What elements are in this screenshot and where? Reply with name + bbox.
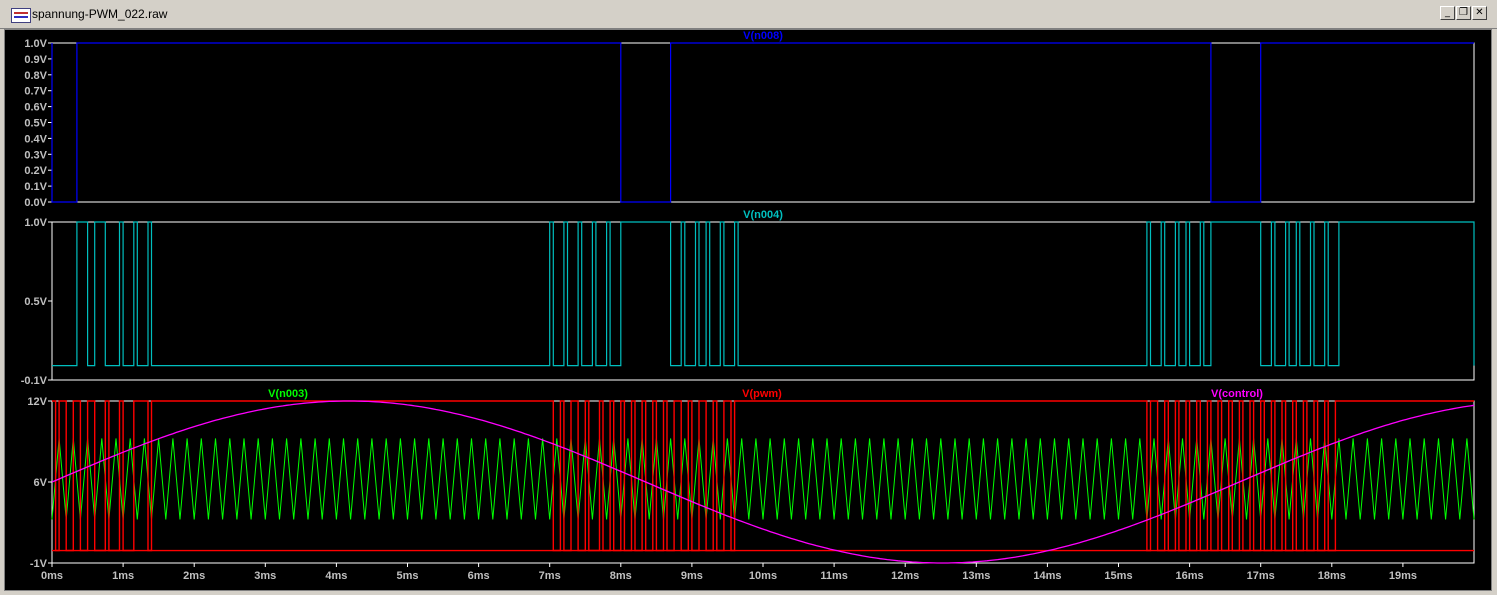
x-tick-label: 11ms (820, 570, 848, 582)
x-tick-label: 9ms (681, 570, 703, 582)
trace-label-pwm: V(pwm) (742, 388, 782, 400)
x-tick-label: 8ms (610, 570, 632, 582)
y-tick-label: 0.8V (24, 70, 47, 82)
y-tick-label: 1.0V (24, 217, 47, 229)
trace-label-n008: V(n008) (743, 30, 783, 42)
trace-label-n004: V(n004) (743, 209, 783, 221)
trace-n004 (52, 221, 1475, 367)
y-tick-label: 0.0V (24, 197, 47, 209)
window-title: spannung-PWM_022.raw (32, 7, 168, 21)
trace-pwm (52, 400, 1474, 552)
trace-label-n003: V(n003) (268, 388, 308, 400)
x-tick-label: 0ms (41, 570, 63, 582)
trace-n008 (51, 42, 1474, 203)
x-tick-label: 4ms (325, 570, 347, 582)
y-tick-label: 0.3V (24, 149, 47, 161)
y-tick-label: 0.5V (24, 118, 47, 130)
y-tick-label: -0.1V (21, 375, 48, 387)
x-tick-label: 10ms (749, 570, 777, 582)
x-tick-label: 15ms (1104, 570, 1132, 582)
x-tick-label: 3ms (254, 570, 276, 582)
x-tick-label: 13ms (962, 570, 990, 582)
y-tick-label: 0.6V (24, 102, 47, 114)
x-tick-label: 2ms (183, 570, 205, 582)
x-tick-label: 12ms (891, 570, 919, 582)
x-tick-label: 17ms (1247, 570, 1275, 582)
y-tick-label: 0.7V (24, 86, 47, 98)
y-tick-label: 0.1V (24, 181, 47, 193)
window-titlebar[interactable]: spannung-PWM_022.raw _ ❐ ✕ (0, 0, 1497, 29)
trace-label-control: V(control) (1211, 388, 1263, 400)
close-button[interactable]: ✕ (1472, 6, 1487, 20)
window-right-border (1491, 29, 1497, 589)
minimize-button[interactable]: _ (1440, 6, 1455, 20)
y-tick-label: 0.5V (24, 296, 47, 308)
x-tick-label: 5ms (396, 570, 418, 582)
y-tick-label: 1.0V (24, 38, 47, 50)
waveform-viewer[interactable]: 1.0V 0.9V 0.8V 0.7V 0.6V 0.5V 0.4V 0.3V 0.2V 0.1V… (4, 29, 1492, 591)
y-tick-label: 0.2V (24, 165, 47, 177)
x-tick-label: 1ms (112, 570, 134, 582)
x-tick-label: 19ms (1389, 570, 1417, 582)
x-tick-label: 16ms (1176, 570, 1204, 582)
y-tick-label: 6V (34, 477, 48, 489)
restore-button[interactable]: ❐ (1456, 6, 1471, 20)
y-tick-label: 0.9V (24, 54, 47, 66)
y-tick-label: 12V (27, 396, 47, 408)
x-tick-label: 6ms (468, 570, 490, 582)
waveform-plot-area[interactable]: 1.0V 0.9V 0.8V 0.7V 0.6V 0.5V 0.4V 0.3V 0.2V 0.1V… (5, 30, 1491, 590)
y-tick-label: -1V (30, 558, 48, 570)
x-tick-label: 14ms (1033, 570, 1061, 582)
x-tick-label: 18ms (1318, 570, 1346, 582)
waveform-app-icon (11, 8, 31, 23)
x-tick-label: 7ms (539, 570, 561, 582)
y-tick-label: 0.4V (24, 133, 47, 145)
